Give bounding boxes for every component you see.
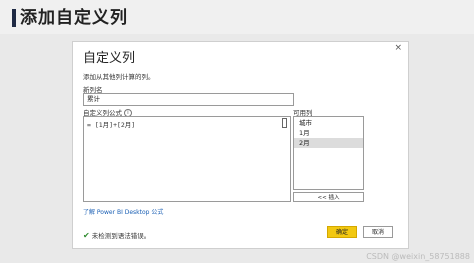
status-message: ✔ 未检测到语法错误。 (83, 230, 150, 240)
insert-button[interactable]: << 插入 (293, 192, 364, 202)
dialog-title: 自定义列 (83, 51, 136, 66)
column-item-jan[interactable]: 1月 (294, 128, 363, 138)
new-column-name-input[interactable] (83, 93, 294, 106)
formula-text: = [1月]+[2月] (87, 121, 136, 129)
dialog-subtitle: 添加从其他列计算的列。 (83, 73, 155, 81)
close-icon[interactable]: × (394, 43, 402, 53)
title-accent-bar (12, 9, 16, 27)
custom-column-dialog: × 自定义列 添加从其他列计算的列。 新列名 自定义列公式i = [1月]+[2… (72, 41, 409, 249)
cancel-button[interactable]: 取消 (363, 226, 393, 238)
column-item-city[interactable]: 城市 (294, 118, 363, 128)
check-icon: ✔ (83, 231, 90, 240)
status-text: 未检测到语法错误。 (91, 232, 151, 240)
page-title: 添加自定义列 (20, 8, 128, 28)
scroll-handle[interactable] (282, 118, 287, 128)
formula-editor[interactable]: = [1月]+[2月] (83, 116, 291, 202)
ok-button[interactable]: 确定 (327, 226, 357, 238)
page-header: 添加自定义列 (0, 0, 474, 34)
learn-formula-link[interactable]: 了解 Power BI Desktop 公式 (83, 207, 163, 216)
watermark: CSDN @weixin_58751888 (366, 252, 470, 261)
column-item-feb[interactable]: 2月 (294, 138, 363, 148)
available-columns-list: 城市 1月 2月 (293, 116, 364, 190)
